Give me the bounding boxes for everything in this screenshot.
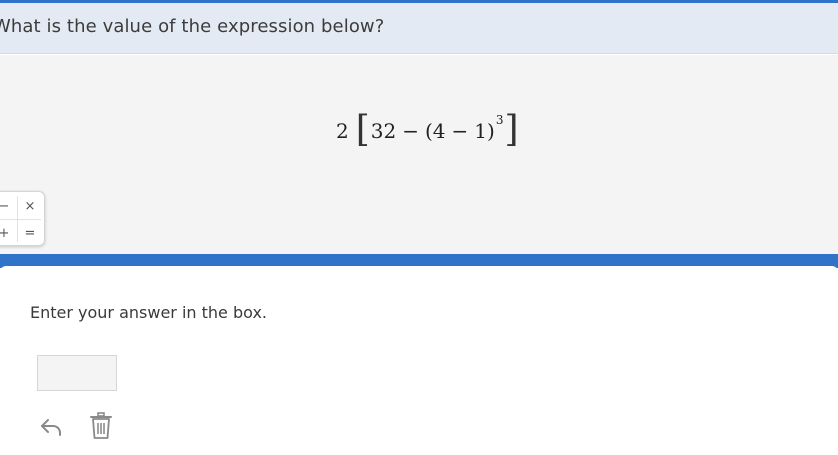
response-area: Enter your answer in the box. [0, 266, 838, 455]
delete-button[interactable] [88, 410, 114, 442]
expression-close-paren: 1) [474, 119, 495, 143]
calc-times-key[interactable]: × [17, 193, 43, 219]
expression-minuend: 32 [370, 119, 397, 143]
expression-open-paren: (4 [425, 119, 446, 143]
question-text: What is the value of the expression belo… [0, 16, 385, 37]
calc-plus-key[interactable]: + [0, 220, 17, 246]
expression-inner-minus: − [451, 119, 469, 143]
expression-coefficient: 2 [336, 119, 349, 143]
expression-close-bracket: ] [504, 109, 519, 150]
math-expression: 2 [ 32 − (4 − 1) 3 ] [336, 111, 520, 151]
calculator-keypad: − × + = [0, 191, 45, 246]
expression-minus-sign: − [402, 119, 419, 143]
undo-icon [41, 419, 61, 436]
instruction-text: Enter your answer in the box. [30, 303, 267, 322]
calc-minus-key[interactable]: − [0, 193, 17, 219]
expression-open-bracket: [ [355, 109, 370, 150]
question-header: What is the value of the expression belo… [0, 3, 838, 54]
undo-button[interactable] [38, 414, 64, 440]
expression-exponent: 3 [495, 113, 504, 127]
stimulus-area: 2 [ 32 − (4 − 1) 3 ] − × + = [0, 55, 838, 254]
trash-icon [90, 412, 112, 439]
calc-equals-key[interactable]: = [17, 220, 43, 246]
answer-input[interactable] [37, 355, 117, 391]
